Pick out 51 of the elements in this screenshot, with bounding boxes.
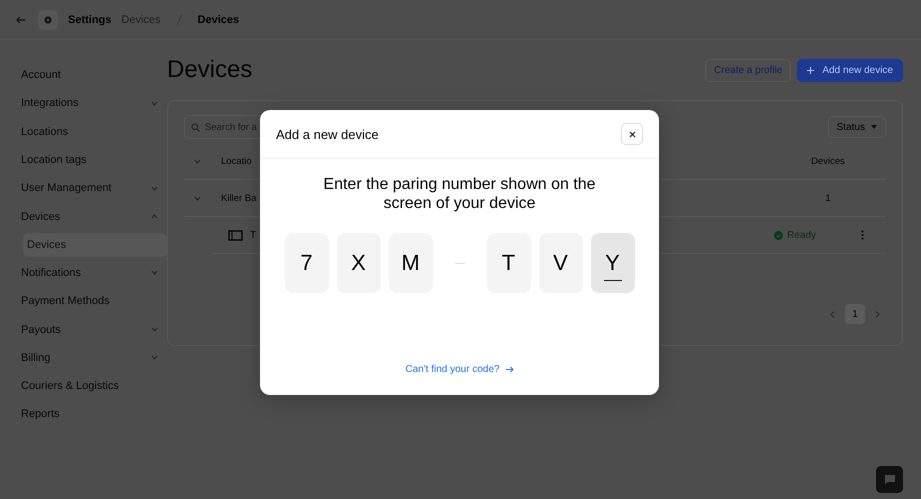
add-device-button[interactable]: Add new device: [797, 58, 903, 82]
arrow-right-icon[interactable]: [506, 366, 514, 373]
chevron-down-icon[interactable]: [194, 158, 201, 164]
code-character-field[interactable]: T: [486, 233, 530, 293]
sidebar-item[interactable]: Payment Methods: [21, 287, 167, 316]
code-character-field[interactable]: M: [388, 233, 432, 293]
breadcrumb-item[interactable]: Devices: [198, 14, 240, 26]
search-icon: [191, 122, 200, 132]
table-cell-text: 1: [824, 192, 832, 204]
sidebar-subitem[interactable]: Devices: [23, 232, 167, 257]
sidebar-item[interactable]: Integrations: [21, 89, 167, 118]
plus-icon: [807, 66, 814, 74]
sidebar-item[interactable]: Locations: [21, 118, 167, 146]
instruction-heading: Enter the paring number shown on the screen of your device: [322, 175, 597, 213]
page-title: Devices: [167, 56, 252, 84]
caret-down-icon: [871, 125, 877, 129]
sidebar-item[interactable]: Couriers & Logistics: [21, 372, 167, 400]
chevron-left-icon[interactable]: [830, 310, 835, 318]
close-button[interactable]: [621, 123, 643, 145]
chat-button[interactable]: [876, 466, 903, 493]
sidebar-item[interactable]: Notifications: [21, 258, 167, 288]
code-character-field[interactable]: X: [336, 233, 380, 293]
page-number[interactable]: 1: [845, 304, 865, 324]
close-icon: [628, 130, 636, 138]
chevron-down-icon[interactable]: [194, 196, 201, 200]
sidebar-item[interactable]: Account: [21, 61, 167, 90]
table-cell-text: T: [250, 230, 258, 240]
back-arrow-icon[interactable]: [16, 14, 26, 24]
sidebar-item[interactable]: Devices: [21, 202, 167, 231]
chat-bubble-icon: [884, 475, 894, 484]
status-badge: Ready: [774, 230, 816, 240]
tablet-icon: [228, 230, 243, 240]
sidebar-item[interactable]: Payouts: [21, 315, 167, 344]
sidebar-item[interactable]: Location tags: [21, 146, 167, 174]
code-character-field[interactable]: Y: [590, 233, 634, 293]
more-options-icon[interactable]: [861, 230, 864, 240]
sidebar-item[interactable]: Reports: [21, 400, 167, 429]
code-character-field[interactable]: V: [538, 233, 582, 293]
code-character-field[interactable]: 7: [284, 233, 328, 293]
column-header: Locatio: [221, 156, 252, 166]
sidebar-item[interactable]: Billing: [21, 344, 167, 372]
settings-label[interactable]: Settings: [68, 14, 112, 26]
help-link[interactable]: Can't find your code?: [405, 364, 500, 375]
status-dropdown[interactable]: Status: [828, 116, 886, 138]
create-profile-button[interactable]: Create a profile: [705, 58, 792, 82]
column-header: Devices: [810, 156, 846, 166]
gear-icon[interactable]: [38, 10, 58, 30]
modal-title: Add a new device: [276, 126, 379, 142]
sidebar-item[interactable]: User Management: [21, 174, 167, 202]
chevron-right-icon[interactable]: [875, 310, 880, 318]
table-cell: Killer Ba: [221, 192, 256, 204]
